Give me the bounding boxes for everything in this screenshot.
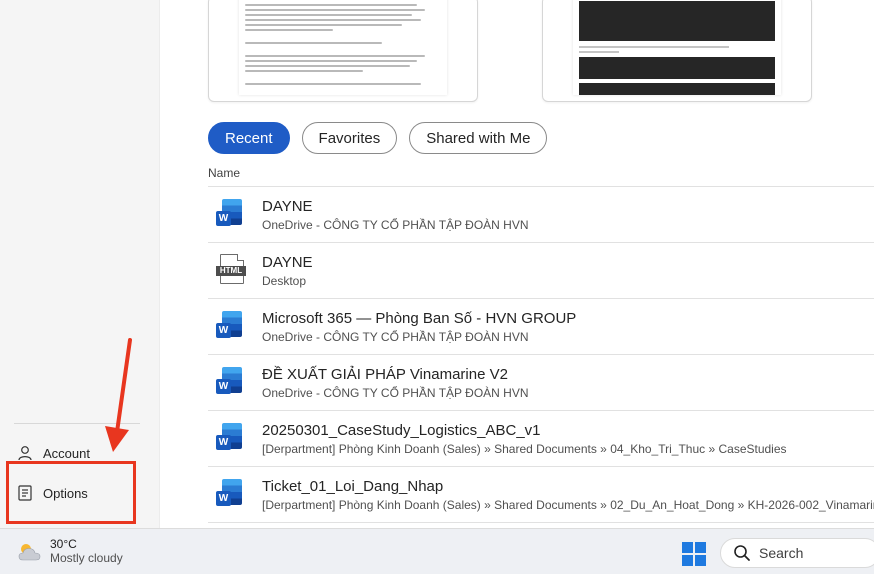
file-name: Ticket_01_Loi_Dang_Nhap (262, 477, 444, 495)
recent-document-thumbnail[interactable] (208, 0, 478, 102)
file-name: Microsoft 365 — Phòng Ban Số - HVN GROUP (262, 309, 577, 327)
word-icon: W (216, 421, 246, 457)
file-location: [Derpartment] Phòng Kinh Doanh (Sales) »… (262, 441, 787, 456)
weather-condition: Mostly cloudy (50, 551, 123, 565)
person-icon (16, 444, 34, 462)
main-pane: Recent Favorites Shared with Me Name W D… (160, 0, 874, 528)
sidebar-item-account[interactable]: Account (16, 444, 90, 462)
word-icon: W (216, 309, 246, 345)
taskbar: 30°C Mostly cloudy Search (0, 528, 874, 574)
word-icon: W (216, 477, 246, 513)
search-label: Search (759, 545, 804, 561)
search-icon (733, 544, 751, 562)
html-file-icon: HTML (216, 253, 246, 289)
tab-recent[interactable]: Recent (208, 122, 290, 154)
file-name: DAYNE (262, 197, 313, 215)
file-row[interactable]: HTML DAYNE Desktop (208, 243, 874, 299)
file-location: OneDrive - CÔNG TY CỔ PHẦN TẬP ĐOÀN HVN (262, 385, 529, 400)
recent-document-thumbnail[interactable] (542, 0, 812, 102)
file-location: OneDrive - CÔNG TY CỔ PHẦN TẬP ĐOÀN HVN (262, 217, 529, 232)
document-preview (573, 0, 781, 95)
file-row[interactable]: W 20250301_CaseStudy_Logistics_ABC_v1 [De… (208, 411, 874, 467)
tab-shared-with-me[interactable]: Shared with Me (409, 122, 548, 154)
file-filter-tabs: Recent Favorites Shared with Me (208, 122, 548, 154)
temperature: 30°C (50, 537, 77, 551)
weather-widget[interactable]: 30°C Mostly cloudy (16, 537, 123, 566)
file-row[interactable]: W DAYNE OneDrive - CÔNG TY CỔ PHẦN TẬP ĐO… (208, 187, 874, 243)
tab-favorites[interactable]: Favorites (301, 122, 398, 154)
file-location: OneDrive - CÔNG TY CỔ PHẦN TẬP ĐOÀN HVN (262, 329, 529, 344)
start-button[interactable] (682, 542, 706, 566)
file-row[interactable]: W Ticket_01_Loi_Dang_Nhap [Derpartment] P… (208, 467, 874, 523)
recent-files-list: W DAYNE OneDrive - CÔNG TY CỔ PHẦN TẬP ĐO… (208, 186, 874, 523)
word-icon: W (216, 365, 246, 401)
file-row[interactable]: W ĐỀ XUẤT GIẢI PHÁP Vinamarine V2 OneDriv… (208, 355, 874, 411)
annotation-arrow (105, 338, 132, 452)
name-column-header[interactable]: Name (208, 166, 240, 180)
taskbar-search[interactable]: Search (720, 538, 874, 568)
file-location: [Derpartment] Phòng Kinh Doanh (Sales) »… (262, 497, 874, 512)
word-icon: W (216, 197, 246, 233)
windows-logo-icon (682, 542, 693, 553)
sidebar-item-label: Account (43, 445, 90, 461)
highlight-box (6, 461, 136, 524)
cloudy-weather-icon (16, 540, 44, 564)
file-name: DAYNE (262, 253, 313, 271)
document-preview (239, 0, 447, 95)
file-name: ĐỀ XUẤT GIẢI PHÁP Vinamarine V2 (262, 365, 508, 383)
file-name: 20250301_CaseStudy_Logistics_ABC_v1 (262, 421, 541, 439)
file-location: Desktop (262, 273, 307, 288)
file-row[interactable]: W Microsoft 365 — Phòng Ban Số - HVN GRO… (208, 299, 874, 355)
